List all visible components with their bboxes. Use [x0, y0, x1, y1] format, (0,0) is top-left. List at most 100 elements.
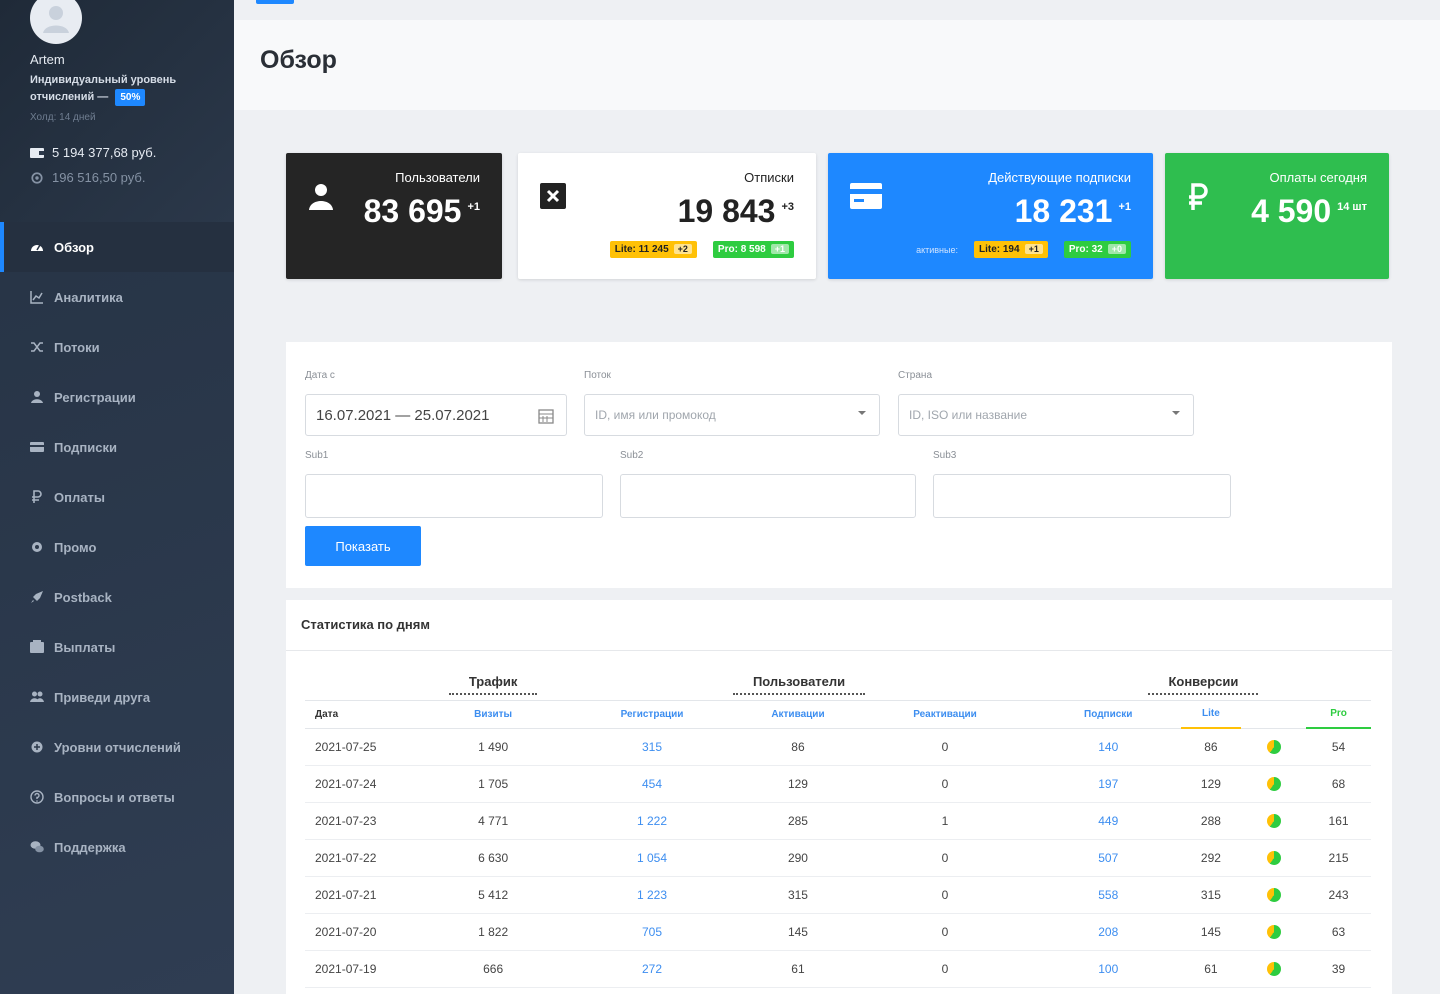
cell-registrations[interactable]: 454: [562, 765, 742, 803]
page-header: Обзор: [234, 20, 1440, 110]
users-card[interactable]: Пользователи 83 695 +1: [286, 153, 502, 279]
cell-date: 2021-07-24: [305, 765, 424, 803]
user-level-text: Индивидуальный уровень отчислений —: [30, 74, 177, 103]
cell-pro: 68: [1306, 765, 1371, 803]
cell-subscriptions[interactable]: 558: [1035, 876, 1181, 914]
cell-pie: [1241, 839, 1307, 877]
cell-date: 2021-07-19: [305, 950, 424, 988]
cell-pro: 63: [1306, 913, 1371, 951]
sub2-input[interactable]: [620, 474, 916, 518]
col-lite[interactable]: Lite: [1180, 699, 1242, 729]
group-users: Пользователи: [562, 670, 1036, 700]
sidebar-item-registrations[interactable]: Регистрации: [0, 372, 234, 422]
sidebar-item-subscriptions[interactable]: Подписки: [0, 422, 234, 472]
sub3-input[interactable]: [933, 474, 1231, 518]
sidebar-item-analytics[interactable]: Аналитика: [0, 272, 234, 322]
sidebar-item-label: Оплаты: [54, 489, 105, 505]
lite-badge-delta: +1: [1024, 244, 1043, 254]
date-label: Дата с: [305, 370, 335, 381]
col-visits[interactable]: Визиты: [423, 699, 563, 729]
cell-pie: [1241, 802, 1307, 840]
sidebar-item-referral[interactable]: Приведи друга: [0, 672, 234, 722]
cell-subscriptions[interactable]: 140: [1035, 728, 1181, 766]
pro-badge-delta: +1: [770, 244, 789, 254]
cell-registrations[interactable]: 1 054: [562, 839, 742, 877]
sidebar-item-overview[interactable]: Обзор: [0, 222, 234, 272]
cell-subscriptions[interactable]: 100: [1035, 950, 1181, 988]
divider: [286, 650, 1392, 651]
col-reactivations[interactable]: Реактивации: [854, 699, 1036, 729]
cell-pie: [1241, 876, 1307, 914]
calendar-icon[interactable]: [538, 408, 554, 424]
sidebar-item-levels[interactable]: Уровни отчислений: [0, 722, 234, 772]
date-range-value: 16.07.2021 — 25.07.2021: [316, 406, 490, 424]
payments-today-card[interactable]: Оплаты сегодня 4 590 14 шт: [1165, 153, 1389, 279]
active-subscriptions-card[interactable]: Действующие подписки 18 231 +1 активные: …: [828, 153, 1153, 279]
cell-registrations[interactable]: 272: [562, 950, 742, 988]
lite-badge-label: Lite: 11 245: [614, 244, 669, 255]
country-select[interactable]: ID, ISO или название: [898, 394, 1194, 436]
cell-date: 2021-07-23: [305, 802, 424, 840]
col-pro[interactable]: Pro: [1306, 699, 1371, 729]
cell-lite: 145: [1180, 913, 1242, 951]
sidebar-item-label: Уровни отчислений: [54, 739, 181, 755]
cell-subscriptions[interactable]: 208: [1035, 913, 1181, 951]
cell-date: 2021-07-20: [305, 913, 424, 951]
col-subscriptions[interactable]: Подписки: [1035, 699, 1181, 729]
sidebar-item-label: Регистрации: [54, 389, 136, 405]
pie-icon: [1266, 924, 1281, 939]
sidebar-item-flows[interactable]: Потоки: [0, 322, 234, 372]
sidebar-item-label: Выплаты: [54, 639, 116, 655]
lite-badge-delta: +2: [673, 244, 692, 254]
pay-card-value: 4 590 14 шт: [1251, 193, 1367, 230]
sidebar-item-payments[interactable]: Оплаты: [0, 472, 234, 522]
pay-sum: 4 590: [1251, 193, 1332, 229]
chat-icon: [30, 841, 44, 853]
pie-icon: [1266, 776, 1281, 791]
col-date[interactable]: Дата: [305, 699, 424, 729]
cell-reactivations: 0: [854, 765, 1036, 803]
sidebar-item-promo[interactable]: Промо: [0, 522, 234, 572]
sub3-label: Sub3: [933, 450, 957, 461]
sidebar-item-label: Подписки: [54, 439, 117, 455]
unsub-card-title: Отписки: [744, 170, 794, 185]
cell-date: 2021-07-25: [305, 728, 424, 766]
cell-subscriptions[interactable]: 507: [1035, 839, 1181, 877]
main-content: Обзор Пользователи 83 695 +1 Отписки 19 8…: [234, 0, 1440, 994]
flow-select[interactable]: ID, имя или промокод: [584, 394, 880, 436]
cell-registrations[interactable]: 1 223: [562, 876, 742, 914]
col-registrations[interactable]: Регистрации: [562, 699, 742, 729]
cell-subscriptions[interactable]: 449: [1035, 802, 1181, 840]
cell-reactivations: 0: [854, 876, 1036, 914]
cell-visits: 1 490: [423, 728, 563, 766]
country-label: Страна: [898, 370, 933, 381]
sidebar-item-faq[interactable]: Вопросы и ответы: [0, 772, 234, 822]
date-range-input[interactable]: 16.07.2021 — 25.07.2021: [305, 394, 567, 436]
sidebar-item-label: Обзор: [54, 239, 94, 255]
sidebar-item-payouts[interactable]: Выплаты: [0, 622, 234, 672]
user-avatar-icon: [43, 6, 69, 33]
cell-pro: 54: [1306, 728, 1371, 766]
unsubscribes-card[interactable]: Отписки 19 843 +3 Lite: 11 245 +2 Pro: 8 5…: [518, 153, 816, 279]
cell-activations: 290: [741, 839, 855, 877]
sub1-input[interactable]: [305, 474, 603, 518]
wallet-icon: [30, 147, 44, 158]
sidebar-item-label: Промо: [54, 539, 97, 555]
cell-activations: 285: [741, 802, 855, 840]
cell-date: 2021-07-21: [305, 876, 424, 914]
lite-badge: Lite: 194 +1: [973, 241, 1048, 258]
cell-visits: 6 630: [423, 839, 563, 877]
group-traffic-label: Трафик: [448, 674, 538, 696]
chevron-down-icon: [858, 411, 866, 415]
show-button[interactable]: Показать: [305, 526, 421, 566]
top-accent: [256, 0, 294, 4]
sidebar-item-postback[interactable]: Postback: [0, 572, 234, 622]
cell-registrations[interactable]: 705: [562, 913, 742, 951]
cell-subscriptions[interactable]: 197: [1035, 765, 1181, 803]
cell-registrations[interactable]: 1 222: [562, 802, 742, 840]
cell-registrations[interactable]: 315: [562, 728, 742, 766]
sidebar-item-support[interactable]: Поддержка: [0, 822, 234, 872]
col-activations[interactable]: Активации: [741, 699, 855, 729]
sidebar-item-label: Postback: [54, 589, 112, 605]
lite-badge-label: Lite: 194: [978, 244, 1020, 255]
